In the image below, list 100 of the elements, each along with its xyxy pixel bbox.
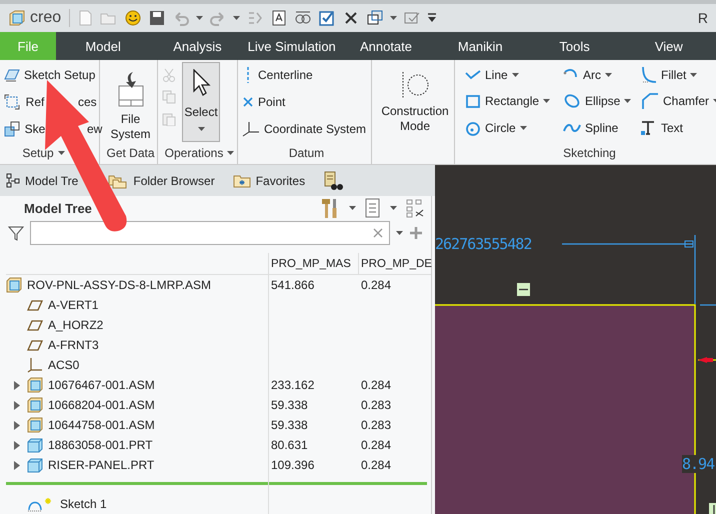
caret-icon[interactable] — [512, 72, 519, 76]
caret-icon[interactable] — [690, 72, 698, 76]
tree-item-label[interactable]: 10676467-001.ASM — [48, 378, 155, 392]
table-cell-text: 0.284 — [360, 438, 392, 452]
chamfer-icon — [641, 92, 659, 110]
reference-line — [700, 304, 716, 306]
caret-icon[interactable] — [520, 126, 527, 130]
table-cell-text: 0.284 — [360, 458, 392, 472]
filter-icon — [8, 224, 24, 241]
ribbon-button[interactable]: Fillet — [641, 62, 716, 87]
ribbon-button[interactable]: Chamfer — [641, 88, 716, 114]
ribbon-button[interactable]: Line — [465, 62, 563, 87]
ribbon-button[interactable]: Ske ew — [4, 116, 102, 141]
ribbon-button[interactable]: Arc — [563, 62, 641, 87]
show-columns-icon[interactable] — [405, 198, 425, 218]
tree-item-label[interactable]: A-FRNT3 — [48, 338, 99, 352]
group-label: Setup — [22, 146, 54, 160]
app-logo-icon — [8, 9, 26, 27]
table-cell-text: 59.338 — [270, 418, 309, 432]
caret-icon[interactable] — [396, 230, 403, 235]
caret-icon[interactable] — [198, 127, 204, 131]
dimension-value[interactable]: 8.94 — [682, 455, 714, 473]
caret-icon[interactable] — [390, 16, 398, 20]
expand-arrow-icon[interactable] — [14, 460, 20, 470]
rectangle-icon — [465, 93, 481, 110]
list-settings-icon[interactable] — [364, 198, 382, 218]
caret-icon[interactable] — [349, 206, 356, 210]
sketch-line[interactable] — [698, 359, 716, 361]
checkbox-icon[interactable] — [318, 9, 336, 27]
ribbon-tab[interactable]: Tools — [527, 32, 622, 60]
constraint-icon[interactable] — [709, 503, 716, 514]
ribbon-button[interactable]: Coordinate System — [242, 116, 366, 141]
constraint-icon[interactable] — [517, 283, 530, 296]
ribbon-button[interactable]: Sketch Setup — [4, 62, 102, 87]
datum-plane-icon — [27, 318, 43, 332]
ribbon-button[interactable]: Ref ces — [4, 89, 102, 114]
expand-arrow-icon[interactable] — [14, 440, 20, 450]
table-cell-text: 233.162 — [270, 378, 316, 392]
table-cell-text: 0.284 — [360, 378, 392, 392]
datum-plane-icon — [27, 338, 43, 352]
smiley-icon[interactable] — [124, 9, 142, 27]
search-field[interactable] — [30, 220, 390, 245]
tree-item-label[interactable]: A-VERT1 — [48, 298, 98, 312]
ribbon-button[interactable]: Circle — [465, 115, 563, 140]
tree-item-label[interactable]: 10668204-001.ASM — [48, 398, 155, 412]
panel-tab[interactable]: Favorites — [232, 174, 306, 188]
caret-icon[interactable] — [227, 151, 234, 155]
expand-arrow-icon[interactable] — [14, 380, 20, 390]
tree-item-label[interactable]: RISER-PANEL.PRT — [48, 458, 154, 472]
save-icon[interactable] — [148, 9, 166, 27]
table-cell-text: 541.866 — [270, 278, 316, 292]
assembly-icon — [27, 377, 43, 393]
group-label: Operations — [164, 146, 224, 160]
expand-arrow-icon[interactable] — [14, 400, 20, 410]
column-header[interactable]: PRO_MP_MAS — [268, 253, 358, 274]
select-button[interactable]: Select — [182, 62, 220, 142]
line-icon — [465, 68, 481, 80]
add-icon[interactable] — [409, 226, 423, 240]
tree-item-label[interactable]: A_HORZ2 — [48, 318, 104, 332]
panel-tab[interactable]: Folder Browser — [108, 172, 215, 188]
annotation-icon[interactable] — [270, 9, 288, 27]
caret-icon[interactable] — [58, 151, 65, 155]
dimension-line[interactable] — [561, 234, 696, 305]
customize-toolbar-icon[interactable] — [427, 13, 438, 23]
caret-icon[interactable] — [624, 99, 632, 104]
clear-icon[interactable] — [373, 228, 383, 238]
table-cell-text: 0.284 — [360, 278, 392, 292]
ribbon-tab[interactable]: Model — [56, 32, 150, 60]
caret-icon[interactable] — [605, 72, 612, 76]
tree-item-label[interactable]: 18863058-001.PRT — [48, 438, 153, 452]
ribbon-button[interactable]: Rectangle — [465, 88, 563, 114]
pointer-icon — [191, 69, 211, 97]
ribbon-button[interactable]: Construction Mode — [377, 62, 453, 142]
ribbon-tab[interactable]: View — [622, 32, 716, 60]
table-cell-text: 0.283 — [360, 398, 392, 412]
group-label: Datum — [288, 146, 324, 160]
ribbon-tab[interactable]: Manikin — [433, 32, 528, 60]
tree-item-label[interactable]: ROV-PNL-ASSY-DS-8-LMRP.ASM — [27, 278, 212, 292]
windows-icon[interactable] — [366, 9, 384, 27]
ribbon-tab[interactable]: Analysis — [150, 32, 245, 60]
search-tree-icon[interactable] — [323, 170, 344, 190]
expand-arrow-icon[interactable] — [14, 420, 20, 430]
ribbon-button[interactable]: Point — [242, 89, 366, 114]
caret-icon[interactable] — [390, 206, 397, 210]
tree-item-label[interactable]: Sketch 1 — [60, 497, 107, 511]
caret-icon[interactable] — [543, 99, 550, 104]
column-header[interactable]: PRO_MP_DE — [358, 253, 430, 274]
caret-icon[interactable] — [233, 16, 240, 20]
ribbon-button[interactable]: Text — [641, 115, 716, 140]
tree-item-label[interactable]: 10644758-001.ASM — [48, 418, 155, 432]
ribbon-tab[interactable]: Live Simulation — [244, 32, 339, 60]
ribbon-button[interactable]: File System — [108, 62, 154, 142]
tree-item-label[interactable]: ACS0 — [48, 358, 80, 372]
axes-icon — [27, 357, 43, 373]
caret-icon[interactable] — [196, 16, 204, 20]
panel-tab[interactable]: Model Tre — [6, 172, 78, 188]
ribbon-button[interactable]: Centerline — [242, 62, 366, 87]
ribbon-button[interactable]: Ellipse — [563, 88, 641, 114]
ribbon-tab[interactable]: Annotate — [338, 32, 434, 60]
ribbon-button[interactable]: Spline — [563, 115, 641, 140]
